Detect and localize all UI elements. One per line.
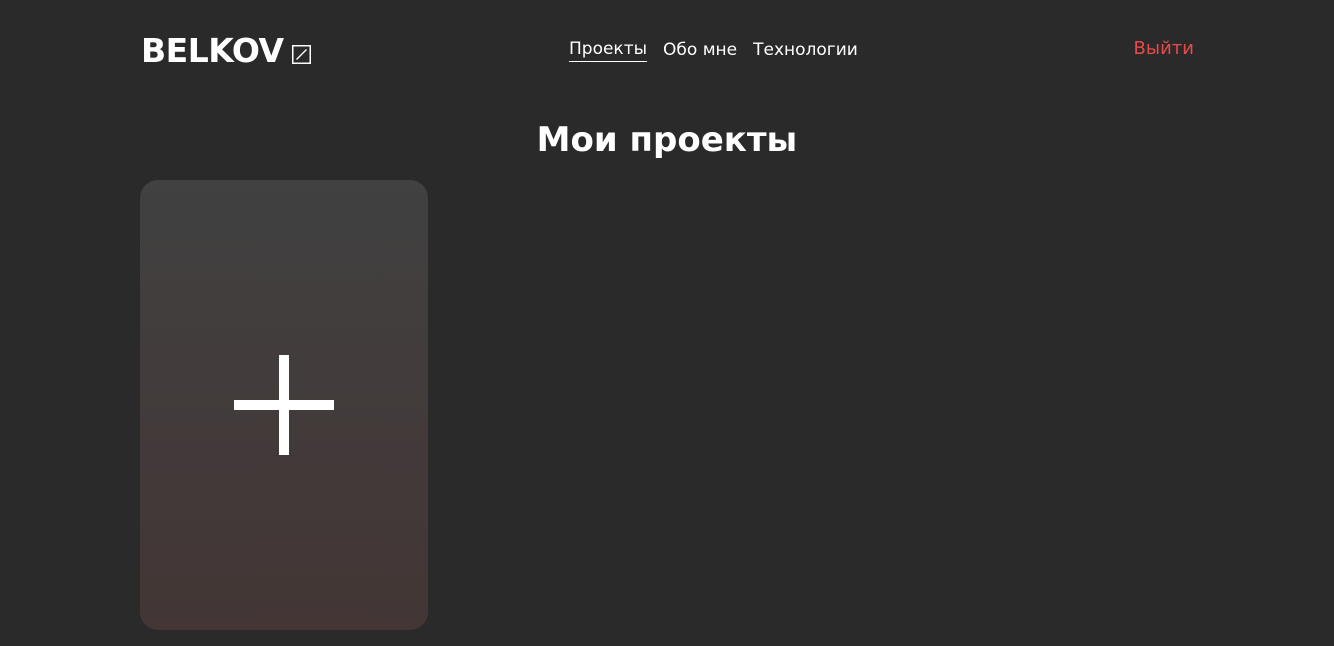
site-header: BELKOV Проекты Обо мне Технологии Выйти	[0, 0, 1334, 100]
add-project-card[interactable]	[140, 180, 428, 630]
nav-item-technologies[interactable]: Технологии	[753, 38, 858, 62]
edit-square-icon	[291, 45, 311, 64]
nav-item-about[interactable]: Обо мне	[663, 38, 737, 62]
logo-text: BELKOV	[141, 31, 284, 70]
plus-icon	[234, 355, 334, 455]
main-nav: Проекты Обо мне Технологии	[569, 38, 858, 62]
logo[interactable]: BELKOV	[141, 31, 311, 71]
page-title: Мои проекты	[536, 120, 798, 160]
nav-item-projects[interactable]: Проекты	[569, 38, 648, 62]
logout-link[interactable]: Выйти	[1134, 37, 1194, 61]
